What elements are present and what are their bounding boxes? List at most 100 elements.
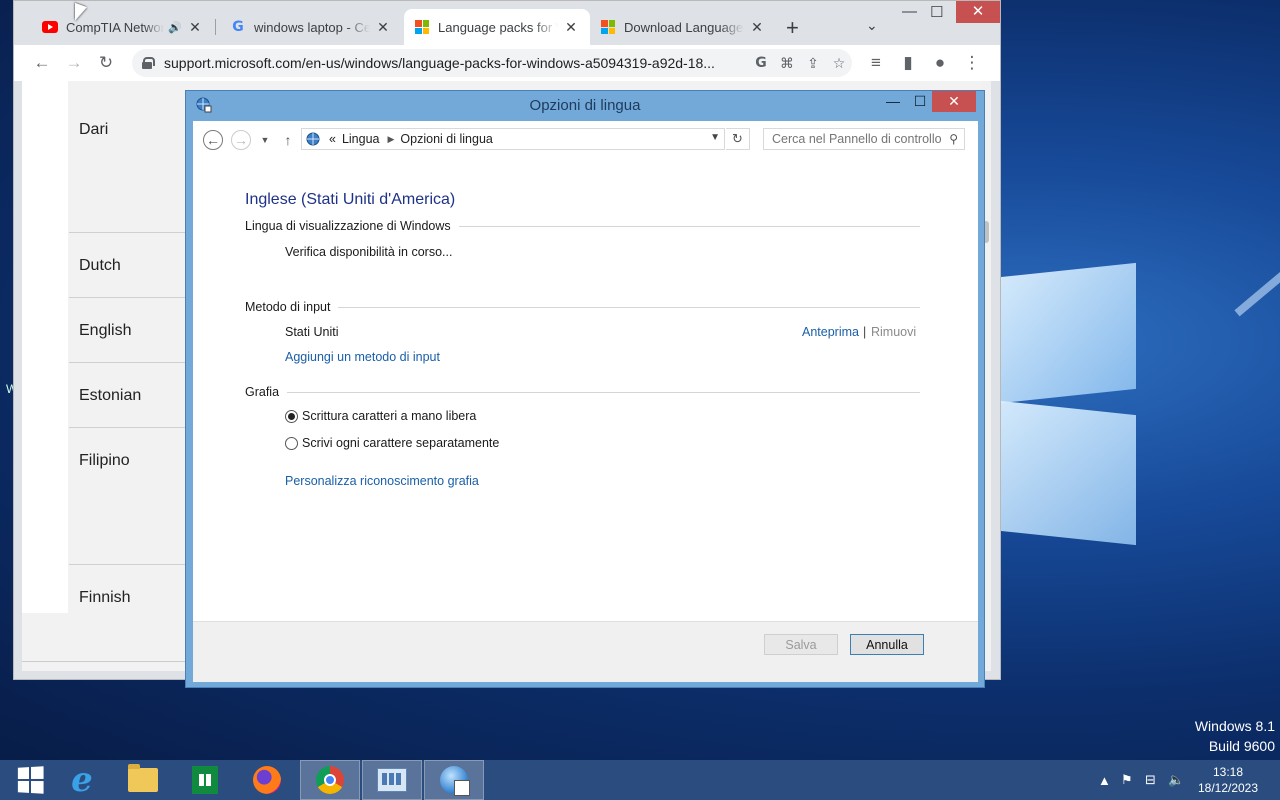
reload-icon[interactable]: ↻ <box>94 51 118 75</box>
recent-locations-chevron-icon[interactable]: ▼ <box>255 130 275 150</box>
internet-explorer-icon: e <box>71 760 93 800</box>
share-icon[interactable]: ⇪ <box>800 55 826 72</box>
microsoft-icon <box>414 19 430 35</box>
language-row: Dutch <box>69 233 189 298</box>
handwriting-section-heading: Grafia <box>245 385 920 399</box>
taskbar-firefox[interactable] <box>237 760 297 800</box>
forward-icon[interactable]: → <box>62 51 86 75</box>
radio-unselected-icon[interactable] <box>285 436 298 450</box>
windows-start-icon <box>17 766 44 794</box>
display-language-section-heading: Lingua di visualizzazione di Windows <box>245 219 920 233</box>
explorer-address-bar[interactable]: « Lingua ▶ Opzioni di lingua ▼ <box>301 128 725 150</box>
profile-avatar-icon[interactable]: ● <box>928 51 952 75</box>
language-globe-icon <box>306 132 320 146</box>
tab-title: Download Language Interface <box>624 19 744 35</box>
minimize-icon[interactable]: — <box>902 3 917 20</box>
taskbar-language-options[interactable] <box>424 760 484 800</box>
display-language-status: Verifica disponibilità in corso... <box>285 245 453 259</box>
breadcrumb-overflow[interactable]: « <box>329 132 336 146</box>
breadcrumb-opzioni[interactable]: Opzioni di lingua <box>400 132 492 146</box>
translate-icon[interactable]: ⌘ <box>774 55 800 72</box>
dialog-footer: Salva Annulla <box>193 621 978 682</box>
close-tab-icon[interactable]: ✕ <box>186 19 204 36</box>
freehand-radio[interactable]: Scrittura caratteri a mano libera <box>285 409 476 423</box>
network-icon[interactable]: ⊟ <box>1145 760 1156 800</box>
tab-search-chevron-icon[interactable]: ⌄ <box>866 17 878 34</box>
windows-logo-wallpaper <box>1000 250 1140 550</box>
remove-link[interactable]: Rimuovi <box>871 325 916 339</box>
tab-language-packs[interactable]: Language packs for Windows ✕ <box>404 9 590 45</box>
back-arrow-icon[interactable]: ← <box>203 130 223 150</box>
address-bar[interactable]: support.microsoft.com/en-us/windows/lang… <box>132 49 852 77</box>
browser-toolbar: ← → ↻ support.microsoft.com/en-us/window… <box>14 45 1000 81</box>
clock-date[interactable]: 18/12/2023 <box>1196 780 1260 796</box>
url-text[interactable]: support.microsoft.com/en-us/windows/lang… <box>164 55 748 71</box>
close-tab-icon[interactable]: ✕ <box>748 19 766 36</box>
action-center-flag-icon[interactable]: ⚑ <box>1121 760 1133 800</box>
google-lens-icon[interactable]: G <box>748 55 774 71</box>
google-icon: G <box>232 19 244 35</box>
close-window-button[interactable]: ✕ <box>956 1 1000 23</box>
control-panel-search[interactable]: ⚲ <box>763 128 965 150</box>
start-button[interactable] <box>0 760 60 800</box>
tab-google-search[interactable]: G windows laptop - Cerca ✕ <box>220 9 402 45</box>
language-row: Estonian <box>69 363 189 428</box>
personalize-handwriting-link[interactable]: Personalizza riconoscimento grafia <box>285 474 479 488</box>
menu-kebab-icon[interactable]: ⋮ <box>960 51 984 75</box>
dialog-title-bar[interactable]: Opzioni di lingua — ☐ ✕ <box>186 91 984 119</box>
taskbar-internet-explorer[interactable]: e <box>52 760 112 800</box>
mouse-cursor-icon <box>75 2 87 26</box>
new-tab-button[interactable]: + <box>786 15 799 41</box>
taskbar-file-explorer[interactable] <box>113 760 173 800</box>
back-icon[interactable]: ← <box>30 51 54 75</box>
clock-time[interactable]: 13:18 <box>1196 764 1260 780</box>
taskbar-store[interactable] <box>175 760 235 800</box>
input-method-section-heading: Metodo di input <box>245 300 920 314</box>
system-clock[interactable]: 13:18 18/12/2023 <box>1196 764 1260 796</box>
file-explorer-icon <box>128 764 158 792</box>
language-row: English <box>69 298 189 363</box>
volume-icon[interactable]: 🔈 <box>1168 760 1184 800</box>
cancel-button[interactable]: Annulla <box>850 634 924 655</box>
os-name: Windows 8.1 <box>1194 718 1275 734</box>
control-panel-icon <box>377 768 407 792</box>
breadcrumb-lingua[interactable]: Lingua <box>342 132 380 146</box>
add-input-method-link[interactable]: Aggiungi un metodo di input <box>285 350 440 364</box>
breadcrumb-separator-icon[interactable]: ▶ <box>388 134 395 145</box>
language-row: Finnish <box>69 565 189 625</box>
language-row: Filipino <box>69 428 189 565</box>
navigation-bar: ← → ▼ ↑ « Lingua ▶ Opzioni di lingua ▼ ↻… <box>193 121 978 157</box>
show-hidden-icons-chevron-icon[interactable]: ▲ <box>1098 760 1111 800</box>
close-dialog-button[interactable]: ✕ <box>932 91 976 112</box>
tab-comptia[interactable]: CompTIA Network 🔊 ✕ <box>32 9 214 45</box>
taskbar-chrome[interactable] <box>300 760 360 800</box>
save-button[interactable]: Salva <box>764 634 838 655</box>
input-method-name: Stati Uniti <box>285 325 339 339</box>
address-dropdown-chevron-icon[interactable]: ▼ <box>710 132 720 143</box>
tab-title: Language packs for Windows <box>438 19 558 35</box>
lock-icon[interactable] <box>142 57 155 69</box>
up-arrow-icon[interactable]: ↑ <box>278 130 298 150</box>
taskbar-control-panel[interactable] <box>362 760 422 800</box>
forward-arrow-icon[interactable]: → <box>231 130 251 150</box>
side-panel-icon[interactable]: ▮ <box>896 51 920 75</box>
separate-characters-radio[interactable]: Scrivi ogni carattere separatamente <box>285 436 499 450</box>
maximize-icon[interactable]: ☐ <box>907 93 933 110</box>
microsoft-icon <box>600 19 616 35</box>
maximize-icon[interactable]: ☐ <box>930 3 943 21</box>
language-globe-icon <box>440 766 470 796</box>
preview-link[interactable]: Anteprima <box>802 325 859 339</box>
radio-selected-icon[interactable] <box>285 409 298 423</box>
close-tab-icon[interactable]: ✕ <box>374 19 392 36</box>
speaker-icon[interactable]: 🔊 <box>168 21 182 34</box>
search-icon[interactable]: ⚲ <box>949 132 958 146</box>
bookmark-star-icon[interactable]: ☆ <box>826 55 852 72</box>
link-separator: | <box>863 325 867 339</box>
media-controls-icon[interactable]: ≡ <box>864 51 888 75</box>
close-tab-icon[interactable]: ✕ <box>562 19 580 36</box>
os-build: Build 9600 <box>1208 738 1275 754</box>
tab-download-language[interactable]: Download Language Interface ✕ <box>590 9 776 45</box>
search-input[interactable] <box>772 132 942 146</box>
minimize-icon[interactable]: — <box>880 93 906 109</box>
refresh-icon[interactable]: ↻ <box>726 128 750 150</box>
